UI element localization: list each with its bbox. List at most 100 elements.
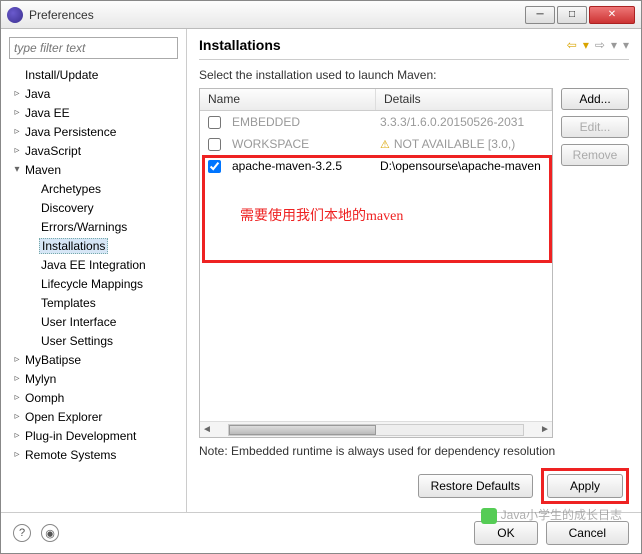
close-button[interactable]: ✕ — [589, 6, 635, 24]
expand-icon[interactable]: ▾ — [11, 164, 23, 175]
scroll-right-icon[interactable]: ► — [538, 424, 552, 435]
tree-label: Java Persistence — [23, 125, 118, 139]
tree-label: Archetypes — [39, 182, 103, 196]
tree-item[interactable]: ▹Mylyn — [5, 369, 182, 388]
tree-label: Java — [23, 87, 52, 101]
tree-item[interactable]: Installations — [5, 236, 182, 255]
scroll-thumb[interactable] — [229, 425, 376, 435]
expand-icon[interactable]: ▹ — [11, 354, 23, 365]
menu-icon[interactable]: ▾ — [623, 38, 629, 52]
table-row[interactable]: EMBEDDED3.3.3/1.6.0.20150526-2031 — [200, 111, 552, 133]
tree-label: MyBatipse — [23, 353, 83, 367]
row-name: WORKSPACE — [228, 137, 376, 151]
tree-label: Java EE Integration — [39, 258, 148, 272]
expand-icon[interactable]: ▹ — [11, 107, 23, 118]
column-details[interactable]: Details — [376, 89, 552, 110]
tree-item[interactable]: User Interface — [5, 312, 182, 331]
left-panel: Install/Update▹Java▹Java EE▹Java Persist… — [1, 29, 187, 512]
tree-label: JavaScript — [23, 144, 83, 158]
maximize-button[interactable]: □ — [557, 6, 587, 24]
tree-item[interactable]: ▹Plug-in Development — [5, 426, 182, 445]
tree-label: Templates — [39, 296, 98, 310]
annotation-text: 需要使用我们本地的maven — [240, 205, 403, 225]
expand-icon[interactable]: ▹ — [11, 430, 23, 441]
table-header: Name Details — [200, 89, 552, 111]
tree-item[interactable]: Discovery — [5, 198, 182, 217]
tree-item[interactable]: ▹Java Persistence — [5, 122, 182, 141]
tree-item[interactable]: User Settings — [5, 331, 182, 350]
page-title: Installations — [199, 37, 567, 53]
tree-label: Installations — [39, 238, 108, 254]
expand-icon[interactable]: ▹ — [11, 392, 23, 403]
expand-icon[interactable]: ▹ — [11, 373, 23, 384]
dialog-footer: ? ◉ OK Cancel — [1, 512, 641, 553]
row-details: D:\opensourse\apache-maven — [376, 159, 552, 173]
table-row[interactable]: apache-maven-3.2.5D:\opensourse\apache-m… — [200, 155, 552, 177]
instruction-text: Select the installation used to launch M… — [199, 68, 629, 82]
apply-button[interactable]: Apply — [547, 474, 623, 498]
tree-label: Plug-in Development — [23, 429, 138, 443]
page-header: Installations ⇦ ▾ ⇨ ▾ ▾ — [199, 37, 629, 60]
tree-label: Mylyn — [23, 372, 58, 386]
tree-label: Maven — [23, 163, 63, 177]
tree-item[interactable]: Lifecycle Mappings — [5, 274, 182, 293]
expand-icon[interactable]: ▹ — [11, 449, 23, 460]
tree-item[interactable]: ▹JavaScript — [5, 141, 182, 160]
tree-label: User Settings — [39, 334, 115, 348]
help-icon[interactable]: ? — [13, 524, 31, 542]
tree-item[interactable]: Errors/Warnings — [5, 217, 182, 236]
preference-tree[interactable]: Install/Update▹Java▹Java EE▹Java Persist… — [5, 65, 182, 506]
tree-item[interactable]: ▹Java EE — [5, 103, 182, 122]
tree-item[interactable]: Java EE Integration — [5, 255, 182, 274]
tree-item[interactable]: Templates — [5, 293, 182, 312]
minimize-button[interactable]: ─ — [525, 6, 555, 24]
tree-label: Lifecycle Mappings — [39, 277, 145, 291]
tree-item[interactable]: Install/Update — [5, 65, 182, 84]
scroll-left-icon[interactable]: ◄ — [200, 424, 214, 435]
cancel-button[interactable]: Cancel — [546, 521, 629, 545]
row-checkbox[interactable] — [208, 138, 221, 151]
edit-button[interactable]: Edit... — [561, 116, 629, 138]
expand-icon[interactable]: ▹ — [11, 88, 23, 99]
scroll-track[interactable] — [228, 424, 524, 436]
record-icon[interactable]: ◉ — [41, 524, 59, 542]
filter-box — [9, 37, 178, 59]
warning-icon: ⚠ — [380, 139, 390, 151]
dialog-body: Install/Update▹Java▹Java EE▹Java Persist… — [1, 29, 641, 512]
row-checkbox[interactable] — [208, 116, 221, 129]
tree-item[interactable]: ▹Remote Systems — [5, 445, 182, 464]
ok-button[interactable]: OK — [474, 521, 537, 545]
expand-icon[interactable]: ▹ — [11, 145, 23, 156]
tree-label: Oomph — [23, 391, 66, 405]
expand-icon[interactable]: ▹ — [11, 411, 23, 422]
back-icon[interactable]: ⇦ — [567, 38, 577, 52]
tree-item[interactable]: ▾Maven — [5, 160, 182, 179]
header-toolbar: ⇦ ▾ ⇨ ▾ ▾ — [567, 38, 629, 52]
tree-label: User Interface — [39, 315, 118, 329]
table-body: EMBEDDED3.3.3/1.6.0.20150526-2031WORKSPA… — [200, 111, 552, 421]
tree-item[interactable]: ▹MyBatipse — [5, 350, 182, 369]
tree-item[interactable]: ▹Java — [5, 84, 182, 103]
back-menu-icon[interactable]: ▾ — [583, 38, 589, 52]
tree-item[interactable]: ▹Oomph — [5, 388, 182, 407]
filter-input[interactable] — [9, 37, 178, 59]
forward-icon[interactable]: ⇨ — [595, 38, 605, 52]
app-icon — [7, 7, 23, 23]
installations-table: Name Details EMBEDDED3.3.3/1.6.0.2015052… — [199, 88, 553, 438]
horizontal-scrollbar[interactable]: ◄ ► — [200, 421, 552, 437]
note-text: Note: Embedded runtime is always used fo… — [199, 444, 629, 460]
row-checkbox[interactable] — [208, 160, 221, 173]
tree-item[interactable]: Archetypes — [5, 179, 182, 198]
remove-button[interactable]: Remove — [561, 144, 629, 166]
tree-item[interactable]: ▹Open Explorer — [5, 407, 182, 426]
row-details: 3.3.3/1.6.0.20150526-2031 — [376, 115, 552, 129]
add-button[interactable]: Add... — [561, 88, 629, 110]
forward-menu-icon[interactable]: ▾ — [611, 38, 617, 52]
row-name: EMBEDDED — [228, 115, 376, 129]
right-panel: Installations ⇦ ▾ ⇨ ▾ ▾ Select the install… — [187, 29, 641, 512]
column-name[interactable]: Name — [200, 89, 376, 110]
expand-icon[interactable]: ▹ — [11, 126, 23, 137]
restore-defaults-button[interactable]: Restore Defaults — [418, 474, 533, 498]
table-row[interactable]: WORKSPACE⚠NOT AVAILABLE [3.0,) — [200, 133, 552, 155]
titlebar: Preferences ─ □ ✕ — [1, 1, 641, 29]
